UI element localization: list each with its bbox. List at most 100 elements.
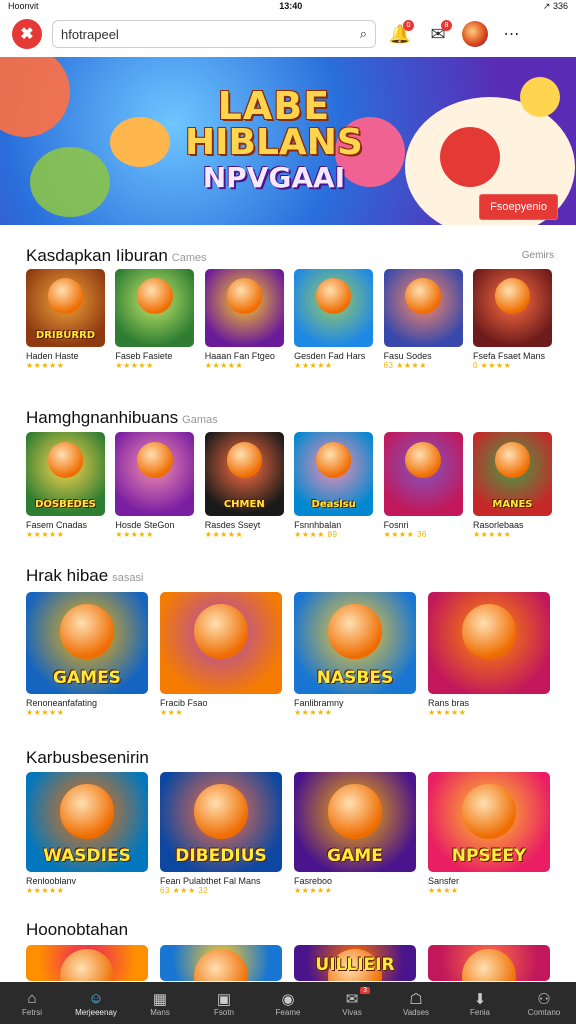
avatar[interactable]: [462, 21, 488, 47]
game-thumbnail[interactable]: Deaslsu: [294, 432, 374, 516]
nav-item[interactable]: ▣ Fsotn: [194, 990, 254, 1017]
game-thumbnail[interactable]: [204, 269, 284, 347]
game-thumbnail[interactable]: [115, 269, 195, 347]
rating-stars: ★★★★★: [294, 361, 333, 370]
nav-label: Mans: [150, 1007, 170, 1017]
thumbnail-title: MANES: [492, 499, 533, 510]
more-options-icon[interactable]: ⋯: [498, 20, 526, 48]
character-art: [461, 784, 517, 839]
nav-label: Comtano: [527, 1007, 561, 1017]
nav-item[interactable]: ☺ Merjeeenay: [66, 990, 126, 1017]
game-card[interactable]: WASDIES Renlooblanv ★★★★★: [26, 772, 148, 895]
chat-badge: 8: [441, 20, 452, 31]
nav-label: Fetrsi: [22, 1007, 42, 1017]
search-icon[interactable]: ⌕: [360, 26, 367, 42]
game-name: Rasorlebaas: [472, 520, 524, 530]
profile-icon: ⚇: [537, 990, 551, 1008]
game-thumbnail[interactable]: NPSEEY: [428, 772, 550, 872]
nav-item[interactable]: ▦ Mans: [130, 990, 190, 1017]
nav-item[interactable]: ⚇ Comtano: [514, 990, 574, 1017]
game-card[interactable]: Haaan Fan Ftgeo ★★★★★: [204, 269, 284, 370]
game-card[interactable]: Fracib Fsao ★★★: [160, 592, 282, 717]
game-thumbnail[interactable]: [383, 432, 463, 516]
section-title: Hrak hibae sasasi: [26, 566, 143, 586]
game-thumbnail[interactable]: [428, 945, 550, 981]
game-card[interactable]: [26, 945, 148, 981]
nav-item[interactable]: ⬇ Fenia: [450, 990, 510, 1017]
rating-stars: ★★★★★: [428, 708, 467, 717]
game-card[interactable]: Fosnri ★★★★ 36: [383, 432, 463, 539]
game-thumbnail[interactable]: [472, 269, 552, 347]
game-card[interactable]: CHMEN Rasdes Sseyt ★★★★★: [204, 432, 284, 539]
game-card[interactable]: [428, 945, 550, 981]
game-thumbnail[interactable]: MANES: [472, 432, 552, 516]
game-card[interactable]: Faseb Fasiete ★★★★★: [115, 269, 195, 370]
section-title-text: Kasdapkan Iiburan: [26, 246, 168, 265]
nav-label: Fsotn: [213, 1007, 234, 1017]
game-card[interactable]: Fsefa Fsaet Mans 0 ★★★★: [472, 269, 552, 370]
search-input[interactable]: hfotrapeel ⌕: [52, 20, 376, 48]
section-title-text: Hoonobtahan: [26, 920, 129, 939]
rating-stars: ★★★★★: [294, 708, 333, 717]
game-name: Fanlibramny: [294, 698, 344, 708]
game-card[interactable]: MANES Rasorlebaas ★★★★★: [472, 432, 552, 539]
game-thumbnail[interactable]: GAME: [294, 772, 416, 872]
game-thumbnail[interactable]: [383, 269, 463, 347]
section-title-text: Hamghgnanhibuans: [26, 408, 179, 427]
game-thumbnail[interactable]: [160, 592, 282, 694]
game-name: Rasdes Sseyt: [204, 520, 261, 530]
search-text: hfotrapeel: [61, 26, 119, 42]
game-thumbnail[interactable]: [294, 269, 374, 347]
game-card[interactable]: GAME Fasreboo ★★★★★: [294, 772, 416, 895]
game-thumbnail[interactable]: NASBES: [294, 592, 416, 694]
game-row: GAMES Renoneanfafating ★★★★★ Fracib Fsao ★★★…: [26, 592, 550, 717]
app-logo[interactable]: ✖: [12, 19, 42, 49]
rating-stars: ★★★★★: [26, 530, 65, 539]
game-name: Haden Haste: [26, 351, 79, 361]
game-thumbnail[interactable]: DOSBEDES: [26, 432, 105, 516]
game-thumbnail[interactable]: [115, 432, 195, 516]
nav-item[interactable]: ◉ Feame: [258, 990, 318, 1017]
game-card[interactable]: NPSEEY Sansfer ★★★★: [428, 772, 550, 895]
section-subtitle: sasasi: [112, 572, 144, 584]
character-art: [137, 442, 173, 478]
game-card[interactable]: UILLIEIR: [294, 945, 416, 981]
see-all-link[interactable]: Gemirs: [522, 250, 554, 261]
game-card[interactable]: [160, 945, 282, 981]
game-card[interactable]: Hosde SteGon ★★★★★: [115, 432, 195, 539]
game-card[interactable]: DOSBEDES Fasem Cnadas ★★★★★: [26, 432, 105, 539]
home-icon: ⌂: [27, 989, 37, 1007]
game-card[interactable]: Deaslsu Fsnnhbalan ★★★★ 89: [294, 432, 374, 539]
game-thumbnail[interactable]: UILLIEIR: [294, 945, 416, 981]
nav-label: Feame: [275, 1007, 301, 1017]
game-thumbnail[interactable]: GAMES: [26, 592, 148, 694]
game-thumbnail[interactable]: [26, 945, 148, 981]
nav-item[interactable]: ✉ Vivas 3: [322, 986, 382, 1017]
game-thumbnail[interactable]: DIBEDIUS: [160, 772, 282, 872]
game-thumbnail[interactable]: DRIBURRD: [26, 269, 105, 347]
top-bar: ✖ hfotrapeel ⌕ 🔔 0 ✉ 8 ⋯: [0, 12, 576, 56]
notification-icon[interactable]: 🔔 0: [386, 20, 414, 48]
game-name: Fasu Sodes: [383, 351, 432, 361]
game-card[interactable]: DIBEDIUS Fean Pulabthet Fal Mans 63 ★★★ 32: [160, 772, 282, 895]
game-thumbnail[interactable]: [428, 592, 550, 694]
game-thumbnail[interactable]: [160, 945, 282, 981]
game-name: Renlooblanv: [26, 876, 77, 886]
rating-stars: ★★★★★: [204, 361, 244, 370]
game-card[interactable]: Fasu Sodes 63 ★★★★: [383, 269, 463, 370]
game-card[interactable]: NASBES Fanlibramny ★★★★★: [294, 592, 416, 717]
game-card[interactable]: DRIBURRD Haden Haste ★★★★★: [26, 269, 105, 370]
game-thumbnail[interactable]: WASDIES: [26, 772, 148, 872]
rating-stars: ★★★★★: [204, 530, 244, 539]
nav-item[interactable]: ⌂ Fetrsi: [2, 990, 62, 1017]
nav-item[interactable]: ☖ Vadses: [386, 990, 446, 1017]
banner-cta-button[interactable]: Fsoepyenio: [479, 194, 558, 220]
game-card[interactable]: Gesden Fad Hars ★★★★★: [294, 269, 374, 370]
hero-banner[interactable]: LABE HIBLANS NPVGAAI Fsoepyenio: [0, 57, 576, 225]
chat-icon[interactable]: ✉ 8: [424, 20, 452, 48]
game-thumbnail[interactable]: CHMEN: [204, 432, 284, 516]
game-card[interactable]: Rans bras ★★★★★: [428, 592, 550, 717]
nav-label: Merjeeenay: [75, 1007, 117, 1017]
character-art: [59, 784, 115, 839]
game-card[interactable]: GAMES Renoneanfafating ★★★★★: [26, 592, 148, 717]
